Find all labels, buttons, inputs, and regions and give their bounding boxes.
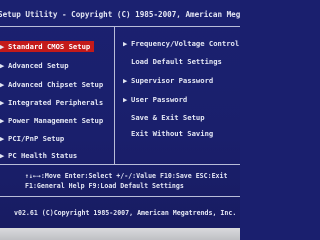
arrow-right-icon: ▶ [0, 134, 5, 143]
arrow-right-icon: ▶ [0, 116, 5, 125]
menu-item-advanced-setup[interactable]: ▶ Advanced Setup [0, 60, 69, 71]
menu-item-exit-without-saving[interactable]: Exit Without Saving [123, 128, 213, 139]
arrow-right-icon: ▶ [123, 76, 128, 85]
key-help-line-1: ↑↓←→:Move Enter:Select +/-/:Value F10:Sa… [25, 172, 228, 180]
menu-item-label: Advanced Chipset Setup [8, 80, 104, 89]
arrow-right-icon: ▶ [0, 151, 5, 160]
menu-item-standard-cmos-setup[interactable]: ▶ Standard CMOS Setup [0, 41, 95, 52]
menu-item-label: Frequency/Voltage Control [131, 39, 240, 48]
arrow-right-icon: ▶ [0, 42, 5, 51]
menu-item-label: Integrated Peripherals [8, 98, 104, 107]
menu-item-advanced-chipset-setup[interactable]: ▶ Advanced Chipset Setup [0, 79, 103, 90]
divider-top [0, 26, 240, 27]
bios-title-bar: Setup Utility - Copyright (C) 1985-2007,… [0, 8, 240, 22]
menu-item-label: Supervisor Password [131, 76, 214, 85]
menu-item-user-password[interactable]: ▶ User Password [123, 94, 187, 105]
menu-item-label: Exit Without Saving [131, 129, 214, 138]
divider-lower [0, 196, 240, 197]
menu-item-integrated-peripherals[interactable]: ▶ Integrated Peripherals [0, 97, 103, 108]
menu-item-label: Load Default Settings [131, 57, 222, 66]
menu-item-label: Power Management Setup [8, 116, 104, 125]
menu-item-label: User Password [131, 95, 188, 104]
version-footer: v02.61 (C)Copyright 1985-2007, American … [14, 209, 237, 217]
divider-center [114, 26, 115, 164]
menu-item-pc-health-status[interactable]: ▶ PC Health Status [0, 150, 77, 161]
menu-item-label: Standard CMOS Setup [8, 42, 91, 51]
divider-middle [0, 164, 240, 165]
arrow-right-icon: ▶ [123, 95, 128, 104]
key-help-line-2: F1:General Help F9:Load Default Settings [25, 182, 184, 190]
menu-item-load-default-settings[interactable]: Load Default Settings [123, 56, 222, 67]
arrow-right-icon: ▶ [0, 98, 5, 107]
menu-item-supervisor-password[interactable]: ▶ Supervisor Password [123, 75, 213, 86]
menu-item-power-management-setup[interactable]: ▶ Power Management Setup [0, 115, 103, 126]
menu-item-label: PCI/PnP Setup [8, 134, 65, 143]
menu-item-frequency-voltage-control[interactable]: ▶ Frequency/Voltage Control [123, 38, 239, 49]
arrow-right-icon: ▶ [123, 39, 128, 48]
menu-item-save-exit-setup[interactable]: Save & Exit Setup [123, 112, 205, 123]
menu-item-label: PC Health Status [8, 151, 78, 160]
menu-item-pci-pnp-setup[interactable]: ▶ PCI/PnP Setup [0, 133, 64, 144]
arrow-right-icon: ▶ [0, 61, 5, 70]
monitor-bezel [0, 228, 240, 240]
page-title: Setup Utility - Copyright (C) 1985-2007,… [0, 10, 240, 19]
bios-screen: Setup Utility - Copyright (C) 1985-2007,… [0, 0, 240, 228]
menu-item-label: Advanced Setup [8, 61, 69, 70]
menu-item-label: Save & Exit Setup [131, 113, 205, 122]
arrow-right-icon: ▶ [0, 80, 5, 89]
